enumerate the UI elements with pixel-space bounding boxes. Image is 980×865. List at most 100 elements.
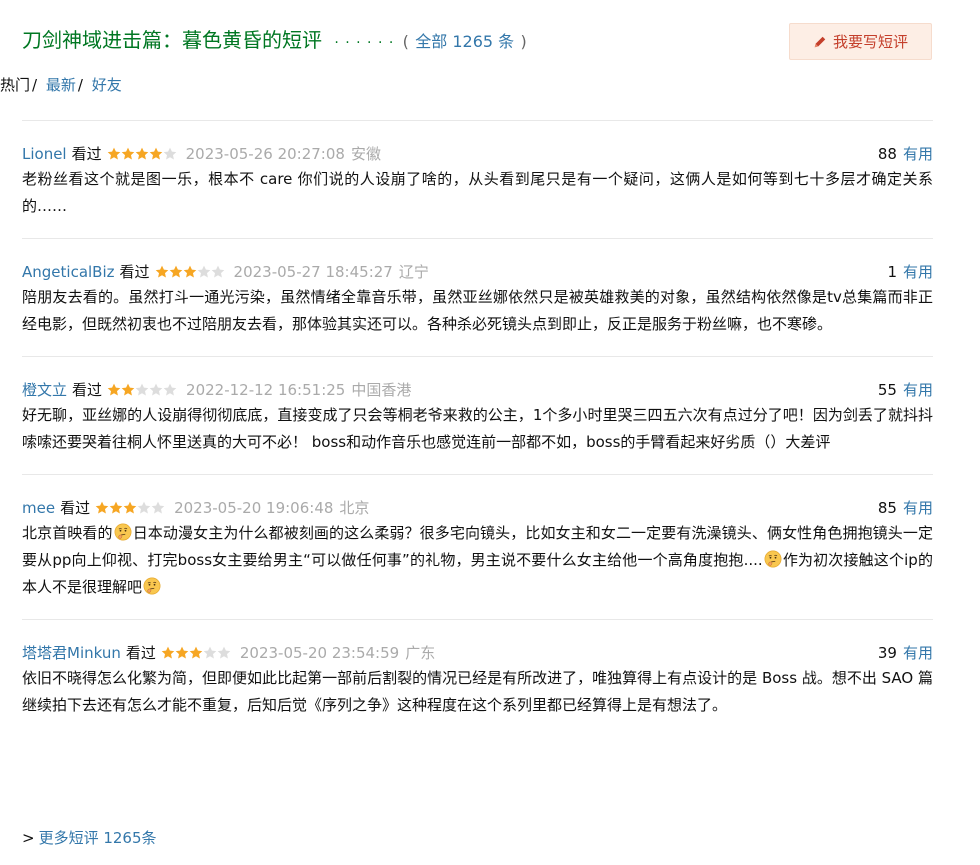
comment-location: 安徽 (350, 145, 381, 163)
star-filled-icon (121, 147, 134, 160)
comment-votes: 88 有用 (878, 144, 933, 164)
filter-friends[interactable]: 好友 (92, 76, 122, 94)
more-comments-link[interactable]: 更多短评 1265条 (39, 829, 157, 847)
comment-location: 广东 (405, 644, 436, 662)
star-empty-icon (217, 646, 231, 659)
comment-user-link[interactable]: 塔塔君Minkun (22, 643, 121, 663)
star-empty-icon (163, 383, 177, 396)
star-empty-icon (197, 265, 210, 278)
comment-info: 橙文立 看过 2022-12-12 16:51:25 中国香港 (22, 380, 411, 400)
title-row: 刀剑神域进击篇：暮色黄昏的短评 · · · · · · ( 全部 1265 条 … (22, 26, 527, 57)
comment-list: Lionel 看过 2023-05-26 20:27:08 安徽 88 有用 老粉丝看这个就… (22, 120, 933, 737)
star-filled-icon (95, 501, 109, 514)
title-dots: · · · · · · (334, 35, 395, 51)
useful-vote-link[interactable]: 有用 (903, 644, 933, 662)
star-empty-icon (149, 383, 163, 396)
title-paren-open: ( (402, 32, 409, 51)
vote-count: 55 (877, 381, 897, 399)
comment-location: 北京 (339, 499, 370, 517)
comment-time: 2023-05-26 20:27:08 (185, 145, 345, 163)
comment-votes: 85 有用 (878, 498, 933, 518)
header: 刀剑神域进击篇：暮色黄昏的短评 · · · · · · ( 全部 1265 条 … (22, 0, 932, 70)
comment-time: 2023-05-27 18:45:27 (233, 263, 393, 281)
comment-meta: AngeticalBiz 看过 2023-05-27 18:45:27 辽宁 1 有用 (22, 262, 933, 282)
comment-user-link[interactable]: AngeticalBiz (22, 262, 115, 282)
title-paren-close: ) (520, 32, 527, 51)
write-comment-button[interactable]: 我要写短评 (789, 23, 932, 60)
vote-count: 85 (877, 499, 897, 517)
comment-status: 看过 (60, 499, 91, 517)
comment-content: 依旧不晓得怎么化繁为简，但即便如此比起第一部前后割裂的情况已经是有所改进了，唯独… (22, 669, 933, 714)
useful-vote-link[interactable]: 有用 (903, 381, 933, 399)
comment-content: 陪朋友去看的。虽然打斗一通光污染，虽然情绪全靠音乐带，虽然亚丝娜依然只是被英雄救… (22, 288, 933, 333)
rating-stars (95, 501, 165, 515)
comment-status: 看过 (71, 145, 102, 163)
comment-content: 好无聊，亚丝娜的人设崩得彻彻底底，直接变成了只会等桐老爷来救的公主，1个多小时里… (22, 406, 933, 451)
rating-stars (107, 383, 177, 397)
comment-item: mee 看过 2023-05-20 19:06:48 北京 85 有用北京首映看的 日本动漫… (22, 474, 933, 619)
comment-status: 看过 (72, 381, 103, 399)
comment-user-link[interactable]: Lionel (22, 144, 67, 164)
filter-separator: / (32, 76, 38, 94)
star-empty-icon (151, 501, 165, 514)
comment-time: 2023-05-20 23:54:59 (239, 644, 400, 662)
comment-content: 北京首映看的 日本动漫女主为什么都被刻画的这么柔弱？很多宅向镜头，比如女主和女二一… (22, 520, 933, 601)
star-filled-icon (107, 383, 121, 396)
comment-info: Lionel 看过 2023-05-26 20:27:08 安徽 (22, 144, 381, 164)
comment-location: 中国香港 (351, 381, 412, 399)
comment-votes: 39 有用 (878, 643, 933, 663)
star-filled-icon (109, 501, 123, 514)
comment-meta: 橙文立 看过 2022-12-12 16:51:25 中国香港 55 有用 (22, 380, 933, 400)
comment-item: Lionel 看过 2023-05-26 20:27:08 安徽 88 有用老粉丝看这个就… (22, 120, 933, 238)
star-filled-icon (183, 265, 196, 278)
rating-stars (161, 646, 231, 660)
more-comments: > 更多短评 1265条 (22, 828, 157, 848)
filter-hot[interactable]: 热门 (0, 76, 30, 94)
comment-item: 塔塔君Minkun 看过 2023-05-20 23:54:59 广东 39 有用依旧不晓… (22, 619, 933, 737)
comment-info: AngeticalBiz 看过 2023-05-27 18:45:27 辽宁 (22, 262, 429, 282)
star-filled-icon (175, 646, 189, 659)
comment-time: 2023-05-20 19:06:48 (174, 499, 334, 517)
star-empty-icon (137, 501, 151, 514)
star-empty-icon (211, 265, 224, 278)
star-empty-icon (163, 147, 176, 160)
star-filled-icon (123, 501, 137, 514)
comment-user-link[interactable]: mee (22, 498, 55, 518)
star-filled-icon (121, 383, 135, 396)
star-filled-icon (149, 147, 162, 160)
comment-status: 看过 (125, 644, 156, 662)
useful-vote-link[interactable]: 有用 (903, 145, 933, 163)
comment-votes: 1 有用 (887, 262, 933, 282)
comment-user-link[interactable]: 橙文立 (22, 380, 67, 400)
sort-filters: 热门 / 最新 / 好友 (0, 75, 122, 95)
comment-meta: Lionel 看过 2023-05-26 20:27:08 安徽 88 有用 (22, 144, 933, 164)
write-comment-label: 我要写短评 (832, 33, 908, 51)
comment-time: 2022-12-12 16:51:25 (186, 381, 346, 399)
star-filled-icon (107, 147, 120, 160)
star-filled-icon (155, 265, 168, 278)
thinking-face-icon (143, 577, 161, 595)
page-title: 刀剑神域进击篇：暮色黄昏的短评 (22, 28, 322, 52)
comment-meta: mee 看过 2023-05-20 19:06:48 北京 85 有用 (22, 498, 933, 518)
comment-info: mee 看过 2023-05-20 19:06:48 北京 (22, 498, 369, 518)
useful-vote-link[interactable]: 有用 (903, 263, 933, 281)
star-empty-icon (203, 646, 217, 659)
filter-latest[interactable]: 最新 (46, 76, 76, 94)
rating-stars (107, 147, 177, 161)
comment-meta: 塔塔君Minkun 看过 2023-05-20 23:54:59 广东 39 有用 (22, 643, 933, 663)
useful-vote-link[interactable]: 有用 (903, 499, 933, 517)
comment-votes: 55 有用 (878, 380, 933, 400)
comment-content: 老粉丝看这个就是图一乐，根本不 care 你们说的人设崩了啥的，从头看到尾只是有… (22, 170, 933, 215)
star-filled-icon (135, 147, 148, 160)
vote-count: 39 (877, 644, 897, 662)
comment-status: 看过 (119, 263, 150, 281)
filter-separator: / (77, 76, 83, 94)
star-empty-icon (135, 383, 149, 396)
vote-count: 1 (887, 263, 897, 281)
rating-stars (155, 265, 225, 279)
comment-location: 辽宁 (398, 263, 429, 281)
more-arrow: > (22, 829, 35, 847)
all-comments-link[interactable]: 全部 1265 条 (415, 32, 514, 51)
star-filled-icon (189, 646, 203, 659)
star-filled-icon (169, 265, 182, 278)
